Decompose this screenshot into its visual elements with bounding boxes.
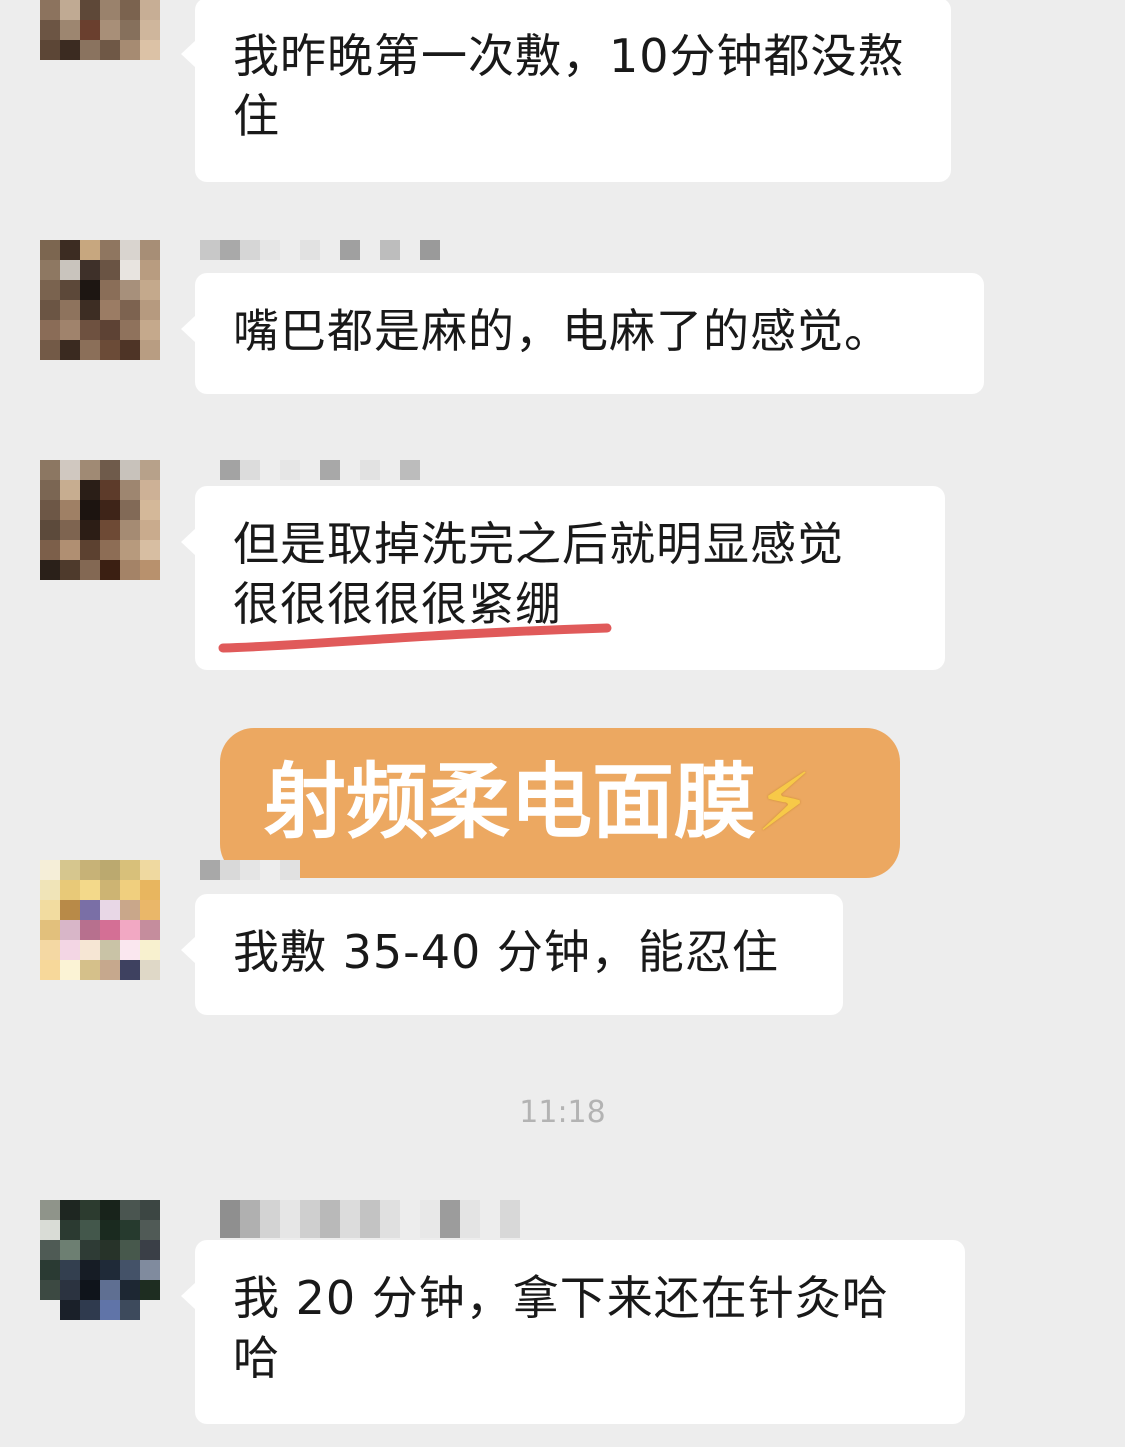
avatar[interactable] xyxy=(40,240,160,360)
sender-name xyxy=(200,1200,520,1238)
message-bubble[interactable]: 我敷 35-40 分钟，能忍住 xyxy=(181,894,843,1015)
lightning-icon: ⚡ xyxy=(756,756,813,849)
sender-name xyxy=(200,240,440,260)
product-label-text: 射频柔电面膜 xyxy=(264,755,757,850)
avatar[interactable] xyxy=(40,1200,160,1320)
sender-name xyxy=(200,860,300,880)
message-text: 嘴巴都是麻的，电麻了的感觉。 xyxy=(233,304,891,358)
message-text: 我 20 分钟，拿下来还在针灸哈哈 xyxy=(233,1271,889,1385)
avatar[interactable] xyxy=(40,0,160,60)
message-text: 我敷 35-40 分钟，能忍住 xyxy=(233,925,779,979)
timestamp: 11:18 xyxy=(519,1095,606,1130)
message-text: 我昨晚第一次敷，10分钟都没熬住 xyxy=(233,29,905,143)
product-label-overlay: 射频柔电面膜⚡ xyxy=(220,728,900,878)
message-bubble[interactable]: 我 20 分钟，拿下来还在针灸哈哈 xyxy=(181,1240,965,1424)
avatar[interactable] xyxy=(40,860,160,980)
avatar[interactable] xyxy=(40,460,160,580)
message-bubble[interactable]: 嘴巴都是麻的，电麻了的感觉。 xyxy=(181,273,984,394)
message-bubble[interactable]: 我昨晚第一次敷，10分钟都没熬住 xyxy=(181,0,951,182)
sender-name xyxy=(200,460,420,480)
highlight-underline xyxy=(218,623,612,653)
message-text-line: 但是取掉洗完之后就明显感觉 xyxy=(233,517,844,571)
